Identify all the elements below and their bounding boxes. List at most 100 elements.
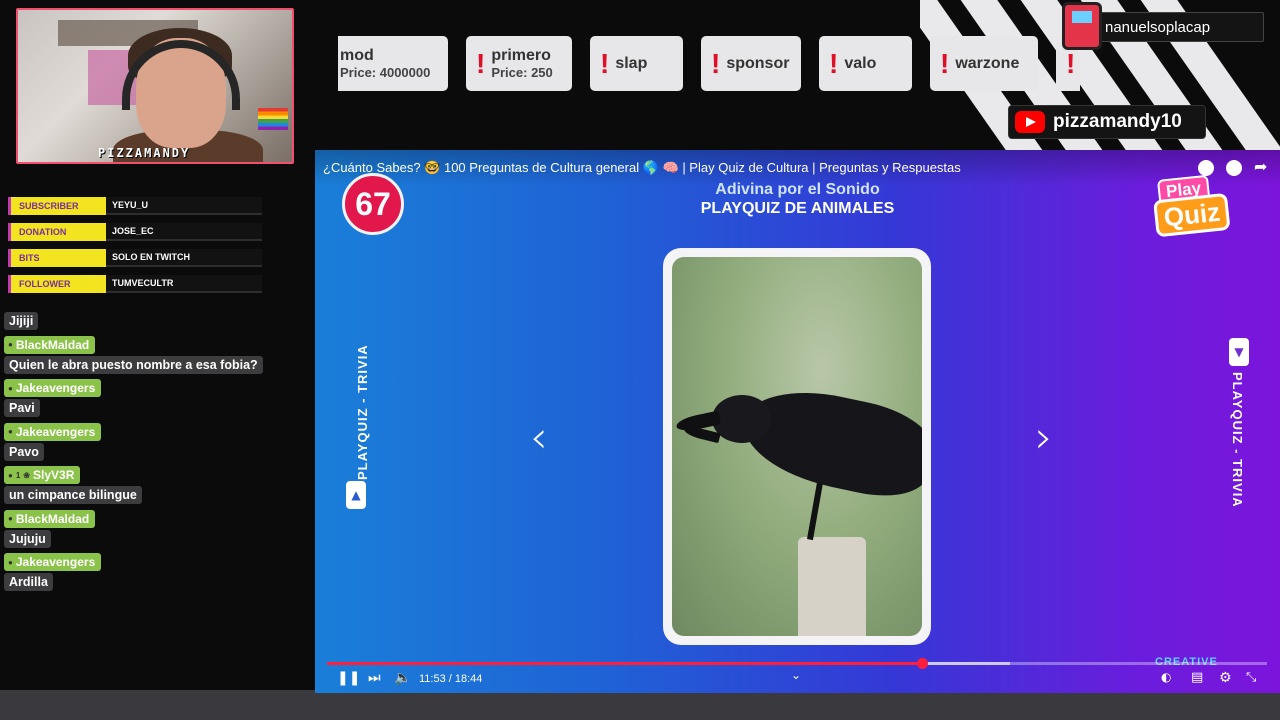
alert-type: DONATION — [8, 223, 106, 241]
redeem-name: slap — [615, 54, 648, 72]
settings-icon[interactable]: ⚙ — [1219, 670, 1232, 686]
redeem-text: sponsor — [726, 55, 789, 73]
alert-row: BITS SOLO EN TWITCH — [8, 248, 262, 268]
alert-value: SOLO EN TWITCH — [106, 249, 262, 267]
subtitles-icon[interactable]: ▤ — [1191, 670, 1203, 685]
progress-played — [327, 662, 923, 665]
redeem-name: primero — [491, 47, 551, 64]
redeem-card: mod Price: 4000000 — [338, 36, 448, 91]
chat-username-text: Jakeavengers — [15, 381, 96, 395]
redeem-text: mod Price: 4000000 — [340, 47, 430, 80]
exit-fullscreen-icon[interactable]: ⤡ — [1246, 670, 1256, 685]
crow-photo — [672, 257, 922, 636]
chat-message: ● Jakeavengers Pavo — [4, 421, 274, 461]
chat-username: ● Jakeavengers — [4, 422, 102, 441]
redeem-price: Price: 250 — [491, 65, 553, 80]
chat-message: ● 1 ❀ SlyV3R un cimpance bilingue — [4, 465, 274, 504]
youtube-icon — [1015, 111, 1045, 133]
alert-row: FOLLOWER TUMVECULTR — [8, 274, 262, 294]
quiz-subheading: Adivina por el Sonido — [715, 181, 880, 198]
exclamation-icon: ! — [940, 47, 950, 79]
youtube-handle: pizzamandy10 — [1053, 111, 1182, 132]
youtube-handle-tag: pizzamandy10 — [1008, 105, 1206, 139]
chevron-right-icon: › — [1035, 412, 1053, 463]
redeem-text: slap — [615, 55, 647, 73]
autoplay-toggle-icon[interactable]: ◐ — [1161, 670, 1171, 684]
chat-username-text: Jakeavengers — [15, 555, 96, 569]
chat-username: ● BlackMaldad — [4, 509, 96, 528]
progress-bar[interactable] — [327, 658, 1267, 669]
share-icon[interactable] — [1254, 157, 1270, 176]
photo-crow-head — [712, 395, 772, 443]
alert-type: BITS — [8, 249, 106, 267]
redeem-price: Price: 4000000 — [340, 65, 431, 80]
volume-icon[interactable]: 🔈 — [394, 670, 411, 686]
chat-text: Jujuju — [4, 529, 51, 548]
redeem-card: ! warzone — [930, 36, 1038, 91]
redeem-text: valo — [844, 55, 876, 73]
redeem-card: ! valo — [819, 36, 912, 91]
playquiz-logo: Play Quiz — [1149, 171, 1245, 242]
chat-text: Ardilla — [4, 573, 53, 591]
chat-username-text: SlyV3R — [33, 468, 75, 482]
alert-type: FOLLOWER — [8, 275, 106, 293]
arrow-down-icon: ▼ — [1229, 338, 1249, 366]
alert-row: DONATION JOSE_EC — [8, 222, 262, 242]
badge-icon: ● — [8, 557, 13, 567]
chevron-down-icon[interactable]: ⌄ — [791, 668, 801, 682]
chevron-left-icon: ‹ — [530, 412, 548, 463]
photo-post — [798, 537, 866, 636]
badge-icon: ● — [8, 470, 13, 480]
alert-row: SUBSCRIBER YEYU_U — [8, 196, 262, 216]
chat-message: ● BlackMaldad Jujuju — [4, 508, 274, 548]
photo-crow-body — [734, 378, 922, 506]
pride-flag-icon — [258, 108, 288, 130]
quiz-image-card — [663, 248, 931, 645]
redeem-card: ! primero Price: 250 — [466, 36, 572, 91]
twitch-handle: nanuelsoplacap — [1105, 18, 1211, 36]
chat-text: Pavo — [4, 442, 44, 461]
pause-icon[interactable]: ❚❚ — [337, 670, 360, 686]
background-band — [0, 690, 1280, 720]
redeem-card: ! slap — [590, 36, 683, 91]
alert-type: SUBSCRIBER — [8, 197, 106, 215]
time-display: 11:53 / 18:44 — [419, 673, 483, 685]
chat-username-text: Jakeavengers — [15, 424, 96, 439]
chat-text: un cimpance bilingue — [4, 486, 142, 504]
chat-text: Pavi — [4, 399, 40, 417]
redeem-text: warzone — [955, 55, 1019, 73]
redeem-name: warzone — [955, 54, 1020, 72]
redeem-name: sponsor — [726, 54, 790, 72]
arcade-machine-icon — [1062, 2, 1102, 50]
progress-scrubber[interactable] — [917, 658, 929, 669]
side-label-right: PLAYQUIZ - TRIVIA — [1230, 372, 1245, 508]
redeem-text: primero Price: 250 — [491, 47, 552, 80]
redeem-name: mod — [340, 47, 374, 64]
chat-text: Quien le abra puesto nombre a esa fobia? — [4, 355, 263, 374]
redeem-name: valo — [844, 54, 877, 72]
quiz-heading: PLAYQUIZ DE ANIMALES — [700, 200, 895, 217]
chat-message: ● BlackMaldad Quien le abra puesto nombre… — [4, 334, 274, 374]
chat-username: ● Jakeavengers — [4, 553, 102, 571]
chat-message: ● Jakeavengers Pavi — [4, 378, 274, 417]
redeem-ticker: mod Price: 4000000 ! primero Price: 250 … — [338, 36, 1080, 92]
badge-icon: ● — [8, 514, 13, 523]
photo-crow-leg — [807, 481, 823, 541]
chat-text: Jijiji — [4, 312, 39, 330]
exclamation-icon: ! — [711, 47, 721, 79]
video-player[interactable]: ¿Cuánto Sabes? 🤓 100 Preguntas de Cultur… — [315, 150, 1280, 693]
exclamation-icon: ! — [1066, 47, 1076, 79]
recent-alerts: SUBSCRIBER YEYU_U DONATION JOSE_EC BITS … — [8, 196, 262, 300]
exclamation-icon: ! — [600, 47, 610, 79]
alert-value: JOSE_EC — [106, 223, 262, 241]
video-title[interactable]: ¿Cuánto Sabes? 🤓 100 Preguntas de Cultur… — [323, 160, 961, 176]
chat-username: ● Jakeavengers — [4, 379, 102, 397]
next-icon[interactable]: ⏭ — [368, 670, 381, 686]
arrow-up-icon: ▲ — [346, 481, 366, 509]
side-label-left: PLAYQUIZ - TRIVIA — [355, 344, 370, 480]
logo-quiz-text: Quiz — [1153, 192, 1231, 238]
exclamation-icon: ! — [476, 47, 486, 79]
streamer-tagline: PIZZAMANDY — [98, 146, 191, 160]
alert-value: YEYU_U — [106, 197, 262, 215]
webcam-overlay: PIZZAMANDY — [16, 8, 294, 164]
